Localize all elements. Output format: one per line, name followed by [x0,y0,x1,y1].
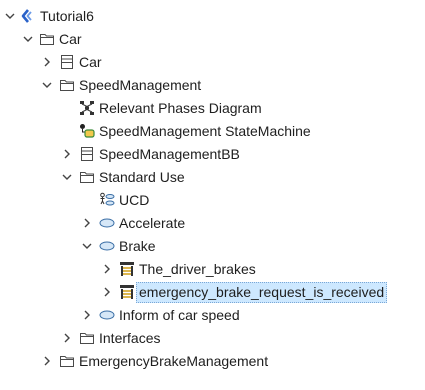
chevron-right-icon[interactable] [101,262,113,276]
tree-node-label: Inform of car speed [119,307,240,323]
chevron-down-icon[interactable] [41,78,53,92]
chevron-right-icon[interactable] [81,216,93,230]
chevron-right-icon[interactable] [41,354,53,368]
tree-node-brake[interactable]: Brake [0,235,425,258]
tree-node-label: EmergencyBrakeManagement [79,353,269,369]
scenario-icon [119,284,135,300]
tree-node-label-selected: emergency_brake_request_is_received [136,282,388,303]
folder-icon [39,31,55,47]
tree-node-label: UCD [119,192,150,208]
chevron-down-icon[interactable] [61,170,73,184]
chevron-right-icon[interactable] [101,285,113,299]
tree-node-label: Car [79,54,102,70]
chevron-right-icon[interactable] [61,147,73,161]
tree-node-label: Standard Use [99,169,185,185]
tree-node-speedmanagementbb[interactable]: SpeedManagementBB [0,143,425,166]
block-icon [59,54,75,70]
tree-node-emergencybrakemanagement[interactable]: EmergencyBrakeManagement [0,350,425,373]
chevron-right-icon[interactable] [61,331,73,345]
chevron-right-icon[interactable] [41,55,53,69]
folder-icon [59,77,75,93]
chevron-down-icon[interactable] [81,239,93,253]
folder-icon [79,169,95,185]
phases-diagram-icon [79,100,95,116]
tree-node-speedmanagement[interactable]: SpeedManagement [0,74,425,97]
tree-node-label: Relevant Phases Diagram [99,100,262,116]
tree-node-car-folder[interactable]: Car [0,28,425,51]
tree-node-accelerate[interactable]: Accelerate [0,212,425,235]
scenario-icon [119,261,135,277]
tree-node-standard-use[interactable]: Standard Use [0,166,425,189]
tree-node-ucd[interactable]: UCD [0,189,425,212]
chevron-down-icon[interactable] [4,9,16,23]
use-case-diagram-icon [99,192,115,208]
chevron-down-icon[interactable] [22,32,34,46]
tree-node-label: The_driver_brakes [139,261,256,277]
tree-node-label: SpeedManagementBB [99,146,240,162]
tree-node-the-driver-brakes[interactable]: The_driver_brakes [0,258,425,281]
tree-node-label: Accelerate [119,215,186,231]
tree-node-speedmanagement-statemachine[interactable]: SpeedManagement StateMachine [0,120,425,143]
folder-icon [59,353,75,369]
tree-node-emergency-brake-request-is-received[interactable]: emergency_brake_request_is_received [0,281,425,304]
tree-node-label: Interfaces [99,330,161,346]
tree-node-label: SpeedManagement StateMachine [99,123,311,139]
tree-node-label: Car [59,31,82,47]
tree-node-label: Tutorial6 [40,8,94,24]
use-case-icon [99,238,115,254]
project-explorer-tree: Tutorial6 Car Car SpeedManagement Releva… [0,0,425,390]
tree-node-label: Brake [119,238,156,254]
tree-node-inform-of-car-speed[interactable]: Inform of car speed [0,304,425,327]
tree-node-label: SpeedManagement [79,77,202,93]
tree-node-tutorial6[interactable]: Tutorial6 [0,5,425,28]
chevron-right-icon[interactable] [81,308,93,322]
tree-node-car-block[interactable]: Car [0,51,425,74]
use-case-icon [99,215,115,231]
state-machine-icon [79,123,95,139]
use-case-icon [99,307,115,323]
project-icon [20,8,36,24]
block-icon [79,146,95,162]
tree-node-interfaces[interactable]: Interfaces [0,327,425,350]
tree-node-relevant-phases-diagram[interactable]: Relevant Phases Diagram [0,97,425,120]
folder-icon [79,330,95,346]
